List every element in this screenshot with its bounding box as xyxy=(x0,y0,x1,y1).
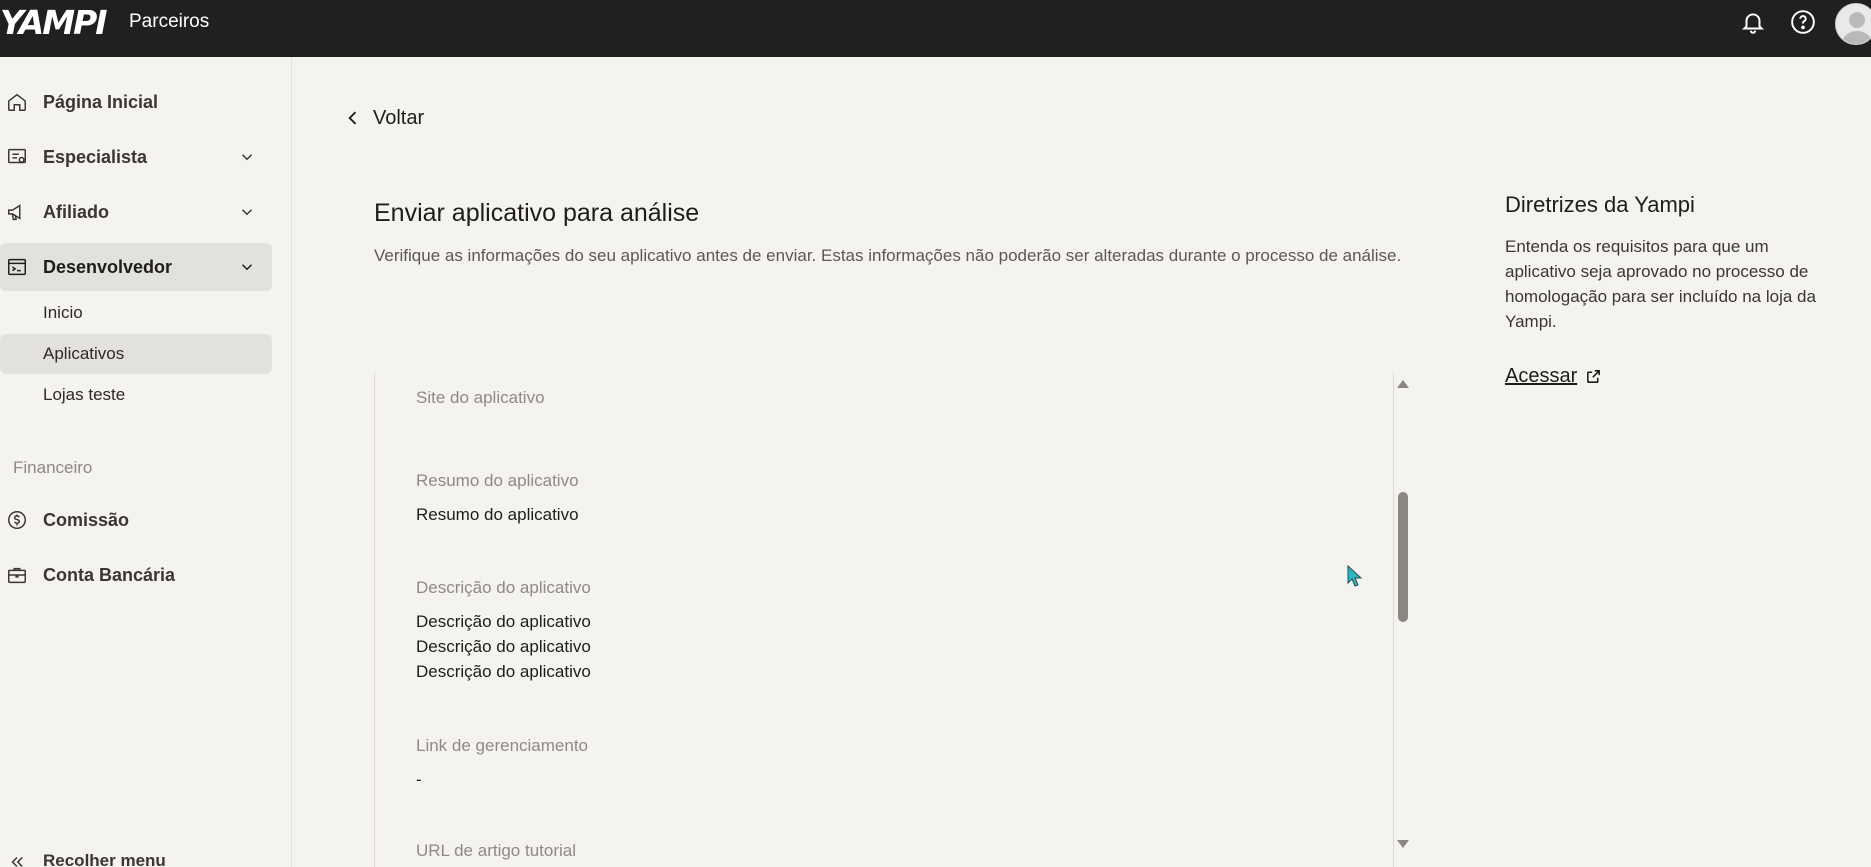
field-value: Resumo do aplicativo xyxy=(416,505,579,524)
yampi-logo[interactable]: YAMPI xyxy=(0,6,108,40)
guide-title: Diretrizes da Yampi xyxy=(1505,192,1695,217)
sidebar-item-conta-bancaria[interactable]: Conta Bancária xyxy=(0,551,272,599)
back-button[interactable]: Voltar xyxy=(343,104,424,132)
help-icon[interactable] xyxy=(1790,9,1816,35)
field-link-gerenciamento: Link de gerenciamento - xyxy=(416,736,1316,792)
page-description: Verifique as informações do seu aplicati… xyxy=(374,246,1402,265)
chevron-down-icon xyxy=(241,209,253,216)
guide-link-label: Acessar xyxy=(1505,365,1578,387)
field-resumo: Resumo do aplicativo Resumo do aplicativ… xyxy=(416,471,1316,527)
sidebar-item-label: Especialista xyxy=(43,146,148,167)
section-title-financeiro: Financeiro xyxy=(13,458,93,477)
double-chevron-left-icon xyxy=(11,856,23,867)
sidebar-item-label: Conta Bancária xyxy=(43,564,176,585)
sidebar-item-label: Página Inicial xyxy=(43,91,159,112)
field-value-line: Descrição do aplicativo xyxy=(416,662,591,681)
sidebar-item-home[interactable]: Página Inicial xyxy=(0,78,272,126)
field-value-line: Descrição do aplicativo xyxy=(416,637,591,656)
field-label: URL de artigo tutorial xyxy=(416,841,577,860)
field-url-tutorial: URL de artigo tutorial xyxy=(416,841,1316,861)
field-label: Link de gerenciamento xyxy=(416,736,589,755)
sidebar-subitem-lojas-teste[interactable]: Lojas teste xyxy=(0,375,272,415)
sidebar-item-afiliado[interactable]: Afiliado xyxy=(0,188,272,236)
external-link-icon xyxy=(1587,370,1601,383)
field-label: Descrição do aplicativo xyxy=(416,578,591,597)
avatar[interactable] xyxy=(1835,3,1871,45)
chevron-down-icon xyxy=(241,154,253,161)
sidebar-item-comissao[interactable]: Comissão xyxy=(0,496,272,544)
field-label: Site do aplicativo xyxy=(416,388,545,407)
badge-icon xyxy=(8,148,26,164)
dollar-icon xyxy=(8,511,26,529)
chevron-down-icon xyxy=(241,264,253,271)
back-label: Voltar xyxy=(373,106,425,129)
megaphone-icon xyxy=(8,204,21,221)
sidebar-item-desenvolvedor[interactable]: Desenvolvedor xyxy=(0,243,272,291)
guide-access-link[interactable]: Acessar xyxy=(1505,365,1602,388)
field-value-line: Descrição do aplicativo xyxy=(416,612,591,631)
sidebar-subitem-label: Lojas teste xyxy=(43,385,126,404)
top-bar: YAMPI Parceiros xyxy=(0,0,1871,57)
scroll-down-arrow-icon[interactable] xyxy=(1397,840,1409,848)
field-value: - xyxy=(416,770,422,789)
field-value: Descrição do aplicativo Descrição do apl… xyxy=(416,609,1316,684)
bell-icon[interactable] xyxy=(1740,9,1766,35)
sidebar-subitem-label: Inicio xyxy=(43,303,83,322)
scroll-thumb[interactable] xyxy=(1398,492,1408,622)
guide-text: Entenda os requisitos para que um aplica… xyxy=(1505,237,1816,331)
collapse-menu-button[interactable]: Recolher menu xyxy=(0,851,200,867)
sidebar-subitem-aplicativos[interactable]: Aplicativos xyxy=(0,334,272,374)
sidebar-item-label: Comissão xyxy=(43,509,130,530)
collapse-menu-label: Recolher menu xyxy=(43,851,166,867)
sidebar: Página Inicial Especialista Afiliado Des… xyxy=(0,57,292,867)
terminal-icon xyxy=(8,258,26,276)
field-descricao: Descrição do aplicativo Descrição do apl… xyxy=(416,578,1316,684)
field-site: Site do aplicativo xyxy=(416,388,1316,419)
chevron-left-icon xyxy=(348,111,357,125)
home-icon xyxy=(8,93,26,111)
sidebar-item-label: Afiliado xyxy=(43,201,109,222)
briefcase-icon xyxy=(8,567,26,584)
user-icon xyxy=(1841,12,1871,44)
product-label: Parceiros xyxy=(129,11,210,32)
scroll-up-arrow-icon[interactable] xyxy=(1397,380,1409,388)
page-title: Enviar aplicativo para análise xyxy=(374,199,700,227)
sidebar-item-especialista[interactable]: Especialista xyxy=(0,133,272,181)
app-review-panel: Site do aplicativo Resumo do aplicativo … xyxy=(374,373,1394,867)
sidebar-subitem-inicio[interactable]: Inicio xyxy=(0,293,272,333)
sidebar-subitem-label: Aplicativos xyxy=(43,344,125,363)
field-label: Resumo do aplicativo xyxy=(416,471,579,490)
mouse-cursor-icon xyxy=(1347,565,1363,587)
sidebar-item-label: Desenvolvedor xyxy=(43,256,173,277)
